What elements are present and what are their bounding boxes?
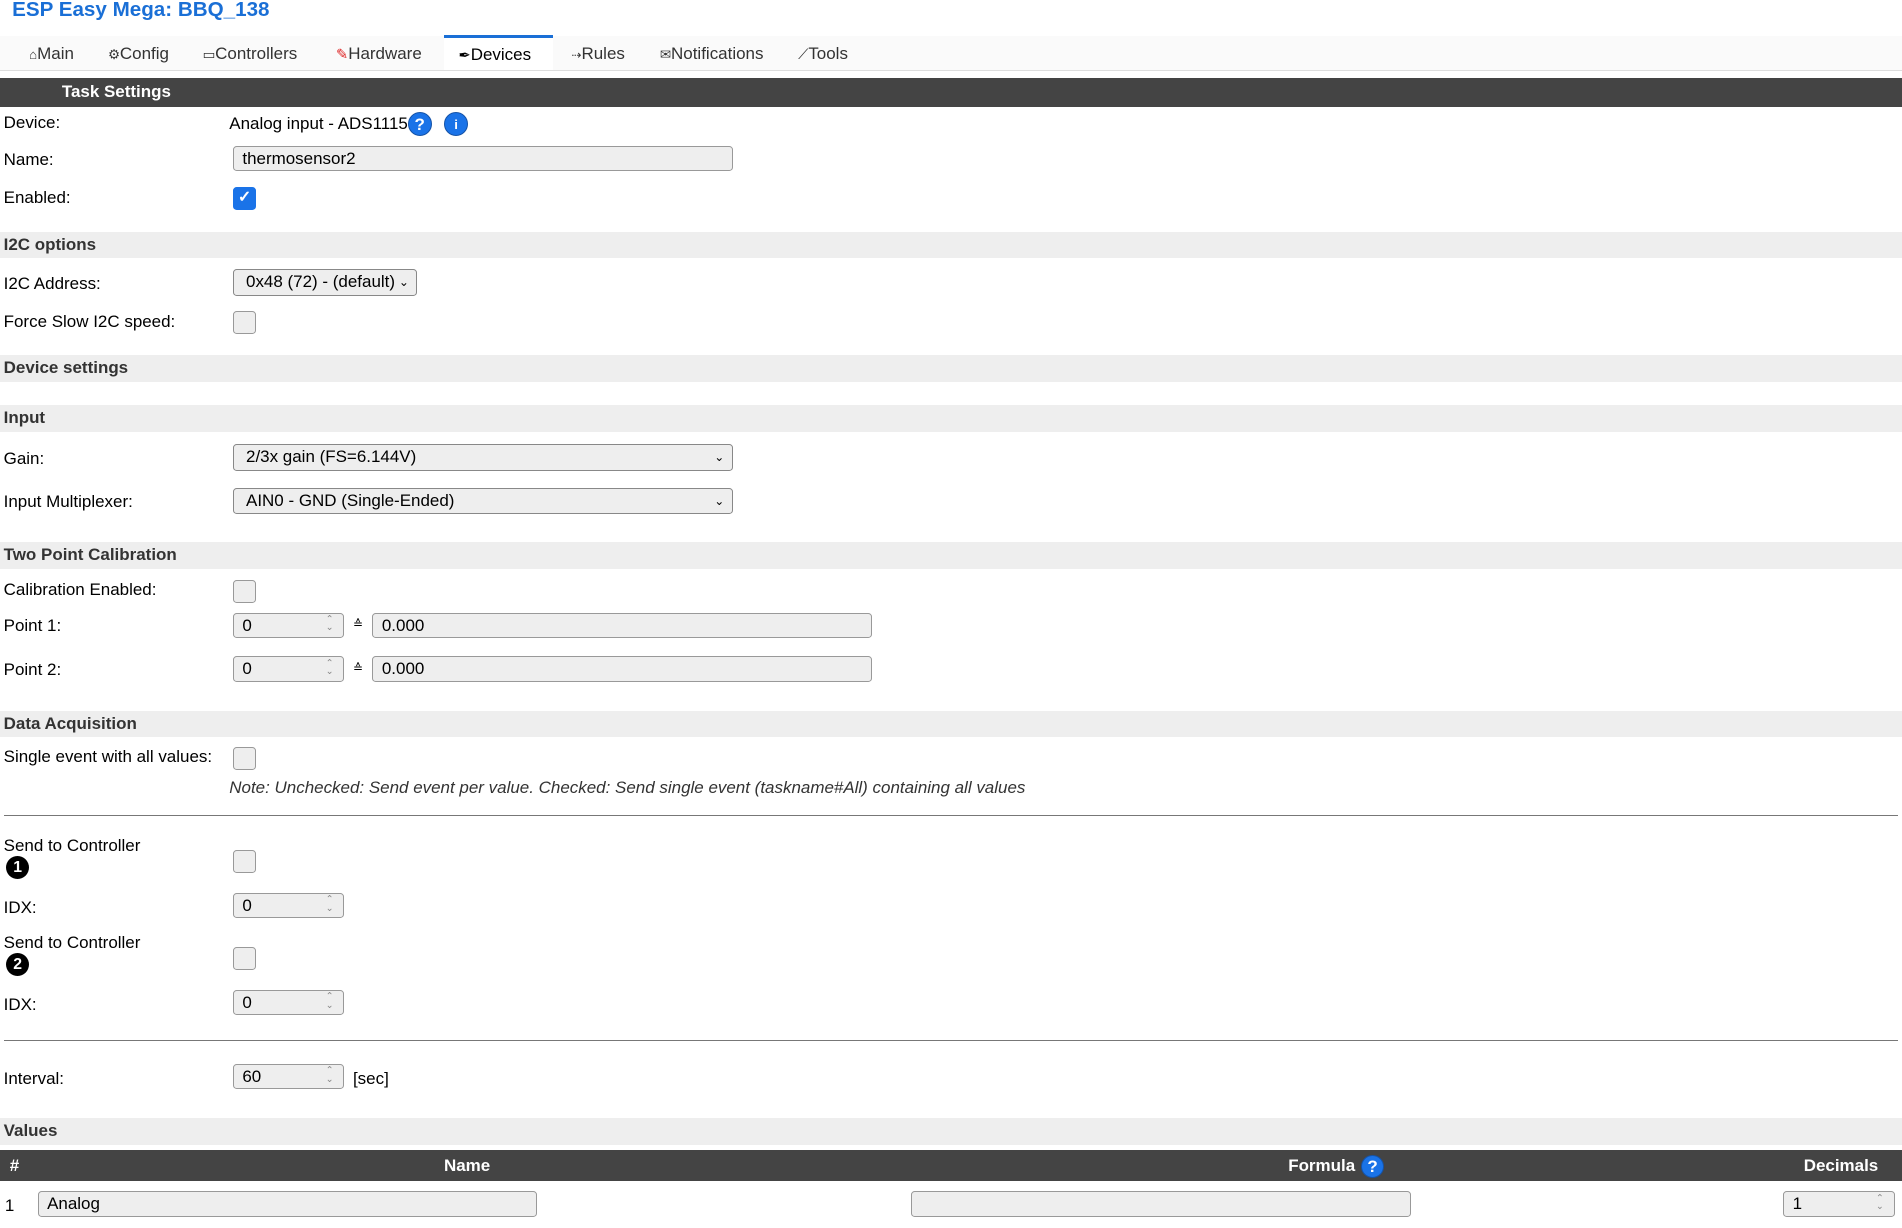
enabled-label: Enabled: [3,188,71,207]
column-formula: Formula [1288,1155,1356,1175]
idx-1-input[interactable]: 0 ⌃ ⌄ [232,892,345,919]
column-name: Name [443,1155,491,1175]
gear-icon: ⚙ [107,47,120,63]
i2c-address-select[interactable]: 0x48 (72) - (default) ⌄ [232,269,418,296]
interval-input[interactable]: 60 ⌃ ⌄ [232,1063,345,1090]
section-values: Values [0,1118,1902,1146]
controller-1-badge: 1 [6,856,30,880]
gain-label: Gain: [3,448,45,468]
i2c-address-label: I2C Address: [3,274,101,294]
name-label: Name: [3,150,54,170]
tab-config[interactable]: ⚙Config [108,36,169,70]
tab-hardware[interactable]: ✎Hardware [336,36,422,70]
value-decimals-input[interactable]: 1 ⌃ ⌄ [1783,1191,1895,1217]
chevron-down-icon: ⌄ [714,493,725,508]
home-icon: ⌂ [29,47,38,63]
tab-controllers[interactable]: ▭Controllers [203,36,298,70]
idx-2-label: IDX: [3,994,37,1014]
tab-rules[interactable]: ⇢Rules [571,36,625,70]
controller-2-badge: 2 [6,953,30,977]
value-formula-input[interactable] [910,1191,1411,1217]
point1-value-input[interactable]: 0.000 [372,612,873,639]
task-settings-header: Task Settings [0,77,1902,107]
tab-devices[interactable]: ✒Devices [443,35,554,70]
point2-label: Point 2: [3,659,62,679]
spinner-icon[interactable]: ⌃ ⌄ [1876,1193,1884,1212]
section-i2c-options: I2C options [0,231,1902,259]
section-two-point-calibration: Two Point Calibration [0,542,1902,569]
section-input: Input [0,405,1902,432]
point2-adc-input[interactable]: 0 ⌃ ⌄ [232,656,345,682]
interval-unit: [sec] [352,1068,389,1088]
input-multiplexer-select[interactable]: AIN0 - GND (Single-Ended) ⌄ [232,487,733,515]
tab-tools[interactable]: ⟋Tools [798,36,848,70]
spinner-icon[interactable]: ⌃ ⌄ [326,992,334,1010]
pushpin-icon: ✎ [336,47,349,64]
enabled-checkbox[interactable]: ✓ [232,186,256,210]
section-device-settings: Device settings [0,355,1902,383]
plug-icon: ✒ [458,48,471,65]
gain-select[interactable]: 2/3x gain (FS=6.144V) ⌄ [232,443,733,471]
spinner-icon[interactable]: ⌃ ⌄ [326,895,334,913]
force-slow-i2c-label: Force Slow I2C speed: [3,311,176,331]
single-event-checkbox[interactable] [232,747,256,771]
section-data-acquisition: Data Acquisition [0,710,1902,738]
tab-notifications[interactable]: ✉Notifications [660,36,764,70]
help-icon[interactable]: ? [407,111,432,136]
device-value: Analog input - ADS1115 [229,114,408,134]
page-title: ESP Easy Mega: BBQ_138 [12,0,270,21]
values-table-header: # Name Formula ? Decimals [0,1149,1902,1182]
point1-adc-input[interactable]: 0 ⌃ ⌄ [232,612,345,639]
idx-1-label: IDX: [3,897,37,917]
send-to-controller-1-label: Send to Controller [3,835,141,855]
spinner-icon[interactable]: ⌃ ⌄ [326,615,334,633]
idx-2-input[interactable]: 0 ⌃ ⌄ [232,989,345,1016]
chevron-down-icon: ⌄ [714,449,725,464]
force-slow-i2c-checkbox[interactable] [232,310,256,334]
single-event-note: Note: Unchecked: Send event per value. C… [229,777,1026,797]
device-label: Device: [3,112,61,132]
send-to-controller-2-checkbox[interactable] [232,947,256,971]
divider [3,1039,1899,1041]
send-to-controller-2-label: Send to Controller [3,932,141,952]
send-to-controller-1-checkbox[interactable] [232,850,256,874]
point2-value-input[interactable]: 0.000 [372,656,873,682]
spinner-icon[interactable]: ⌃ ⌄ [326,658,334,677]
point1-label: Point 1: [3,616,62,636]
info-icon[interactable]: i [443,111,469,136]
tab-bar: ⌂Main ⚙Config ▭Controllers ✎Hardware ✒De… [0,35,1902,72]
column-number: # [9,1155,20,1175]
row-number: 1 [4,1196,15,1216]
name-input[interactable]: thermosensor2 [232,145,733,172]
value-name-input[interactable]: Analog [37,1191,538,1217]
speech-bubble-icon: ▭ [202,47,216,63]
wrench-icon: ⟋ [798,47,809,64]
envelope-icon: ✉ [659,47,672,63]
tab-main[interactable]: ⌂Main [29,36,74,70]
interval-label: Interval: [3,1068,64,1088]
divider [3,815,1899,816]
chevron-down-icon: ⌄ [398,275,409,290]
approx-icon: ≙ [352,661,364,676]
approx-icon: ≙ [352,617,364,632]
calibration-enabled-label: Calibration Enabled: [3,579,157,599]
arrow-icon: ⇢ [571,48,582,63]
calibration-enabled-checkbox[interactable] [232,579,256,603]
single-event-label: Single event with all values: [3,747,213,767]
spinner-icon[interactable]: ⌃ ⌄ [326,1066,334,1084]
formula-help-icon[interactable]: ? [1360,1154,1385,1178]
input-multiplexer-label: Input Multiplexer: [3,492,133,512]
column-decimals: Decimals [1803,1155,1879,1175]
